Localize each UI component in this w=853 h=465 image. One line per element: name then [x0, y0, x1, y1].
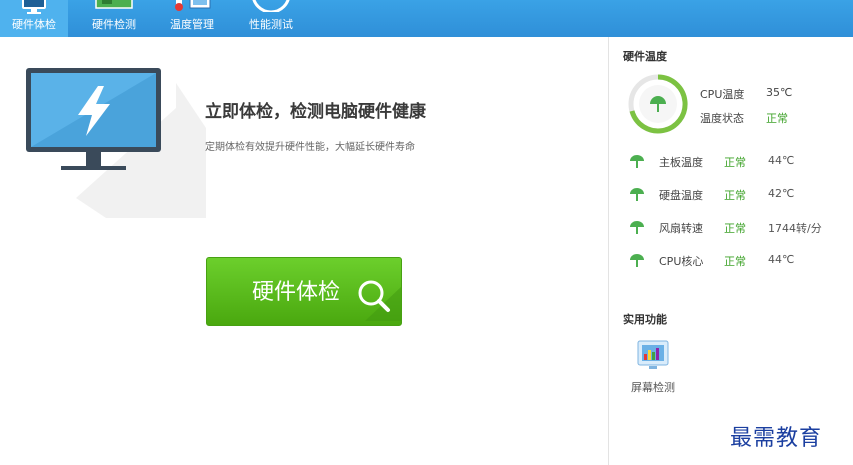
tool-label: 屏幕检测	[631, 381, 675, 394]
monitor-icon	[20, 0, 48, 20]
row-value: 1744转/分	[768, 222, 822, 235]
top-nav-bar: 硬件体检 硬件检测 温度管理 性能测试	[0, 0, 853, 37]
row-name: 主板温度	[659, 156, 703, 169]
temp-status-value: 正常	[766, 112, 788, 125]
temp-row-disk: 硬盘温度 正常 42℃	[609, 184, 853, 204]
row-name: 风扇转速	[659, 222, 703, 235]
screen-test-icon	[637, 340, 669, 376]
cpu-temp-label: CPU温度	[700, 88, 745, 101]
main-panel: 立即体检，检测电脑硬件健康 定期体检有效提升硬件性能，大幅延长硬件寿命 硬件体检	[0, 37, 608, 465]
row-value: 44℃	[768, 253, 795, 266]
hardware-checkup-button[interactable]: 硬件体检	[206, 257, 402, 326]
row-status: 正常	[724, 156, 746, 169]
temp-row-fan: 风扇转速 正常 1744转/分	[609, 217, 853, 237]
row-status: 正常	[724, 255, 746, 268]
row-status: 正常	[724, 189, 746, 202]
screen-test-tool[interactable]: 屏幕检测	[627, 340, 679, 395]
temperature-panel: 硬件温度 CPU温度 35℃ 温度状态 正常 主板温度 正常 44℃ 硬盘温度 …	[608, 37, 853, 465]
umbrella-icon	[629, 252, 645, 271]
tab-label: 性能测试	[249, 18, 293, 31]
row-name: CPU核心	[659, 255, 704, 268]
headline: 立即体检，检测电脑硬件健康	[205, 102, 426, 122]
tab-hardware-detect[interactable]: 硬件检测	[80, 0, 148, 37]
row-status: 正常	[724, 222, 746, 235]
subheadline: 定期体检有效提升硬件性能，大幅延长硬件寿命	[205, 142, 415, 153]
tab-performance[interactable]: 性能测试	[237, 0, 305, 37]
row-value: 42℃	[768, 187, 795, 200]
umbrella-icon	[629, 219, 645, 238]
button-label: 硬件体检	[252, 280, 341, 305]
temp-row-motherboard: 主板温度 正常 44℃	[609, 151, 853, 171]
cpu-temp-value: 35℃	[766, 86, 793, 99]
tab-temperature[interactable]: 温度管理	[158, 0, 226, 37]
tab-label: 温度管理	[170, 18, 214, 31]
umbrella-icon	[629, 153, 645, 172]
umbrella-icon	[629, 186, 645, 205]
tab-hardware-checkup[interactable]: 硬件体检	[0, 0, 68, 37]
temp-status-label: 温度状态	[700, 112, 744, 125]
watermark-text: 最需教育	[730, 426, 823, 451]
tab-label: 硬件体检	[12, 18, 56, 31]
cpu-temperature-gauge	[627, 73, 689, 139]
section-title-temperature: 硬件温度	[623, 50, 667, 63]
row-name: 硬盘温度	[659, 189, 703, 202]
monitor-illustration	[26, 68, 206, 222]
tab-label: 硬件检测	[92, 18, 136, 31]
magnifier-icon	[355, 275, 401, 325]
row-value: 44℃	[768, 154, 795, 167]
temp-row-cpu-core: CPU核心 正常 44℃	[609, 250, 853, 270]
hardware-board-icon	[94, 0, 134, 16]
thermometer-icon	[170, 0, 214, 16]
section-title-tools: 实用功能	[623, 313, 667, 326]
speedometer-icon	[251, 0, 291, 16]
